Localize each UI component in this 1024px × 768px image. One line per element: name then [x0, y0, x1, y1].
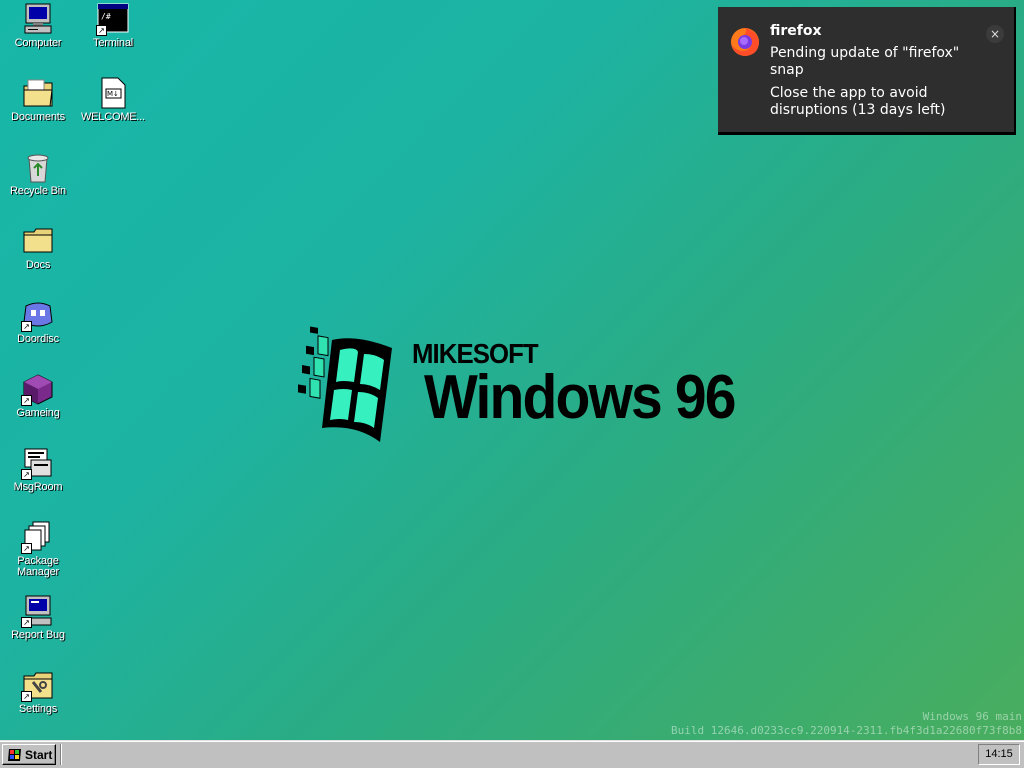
desktop-icon-label: Report Bug [11, 629, 65, 641]
desktop-icon-label: Recycle Bin [10, 185, 66, 197]
build-line-2: Build 12646.d0233cc9.220914-2311.fb4f3d1… [671, 724, 1022, 737]
settings-icon: ↗ [21, 668, 55, 702]
desktop-icon-doordisc[interactable]: ↗ Doordisc [2, 298, 74, 345]
taskbar-separator [60, 744, 62, 765]
desktop-icon-label: MsgRoom [13, 481, 63, 493]
desktop-icon-package-manager[interactable]: ↗ Package Manager [2, 520, 74, 578]
notification-body: Pending update of "firefox" snap Close t… [770, 45, 984, 125]
desktop-icon-label: Terminal [93, 37, 133, 49]
windows-96-logo: MIKESOFT Windows 96 [296, 320, 737, 450]
desktop-icon-label: Settings [18, 703, 58, 715]
shortcut-arrow-icon: ↗ [21, 617, 32, 628]
shortcut-arrow-icon: ↗ [21, 543, 32, 554]
taskbar: Start 14:15 [0, 740, 1024, 768]
desktop-icon-report-bug[interactable]: ↗ Report Bug [2, 594, 74, 641]
computer-icon [21, 2, 55, 36]
recycle-bin-icon [21, 150, 55, 184]
build-line-1: Windows 96 main [922, 710, 1022, 723]
shortcut-arrow-icon: ↗ [21, 691, 32, 702]
desktop-icon-msgroom[interactable]: ↗ MsgRoom [2, 446, 74, 493]
notification-message: Close the app to avoid disruptions (13 d… [770, 85, 946, 118]
notification-title: firefox [770, 23, 822, 39]
desktop-icon-label: Documents [11, 111, 65, 123]
desktop-icon-label: Doordisc [17, 333, 59, 345]
doordisc-icon: ↗ [21, 298, 55, 332]
desktop-icon-label: Computer [14, 37, 62, 49]
desktop-icon-settings[interactable]: ↗ Settings [2, 668, 74, 715]
system-tray-clock[interactable]: 14:15 [978, 744, 1020, 765]
terminal-icon: /# ↗ [96, 2, 130, 36]
desktop-icon-label: Gameing [16, 407, 60, 419]
start-label: Start [25, 748, 53, 762]
notification-message: Pending update of "firefox" snap [770, 45, 960, 78]
windows-flag-icon [298, 326, 392, 442]
shortcut-arrow-icon: ↗ [21, 321, 32, 332]
logo-product-text: Windows 96 [424, 363, 737, 432]
desktop-icon-docs[interactable]: Docs [2, 224, 74, 271]
desktop-icon-recycle-bin[interactable]: Recycle Bin [2, 150, 74, 197]
report-bug-icon: ↗ [21, 594, 55, 628]
notification-popup[interactable]: firefox Pending update of "firefox" snap… [718, 7, 1016, 135]
desktop-icon-gameing[interactable]: ↗ Gameing [2, 372, 74, 419]
package-manager-icon: ↗ [21, 520, 55, 554]
close-button[interactable]: × [986, 25, 1004, 43]
svg-text:M↓: M↓ [107, 90, 119, 98]
desktop-icon-welcome[interactable]: M↓ WELCOME... [77, 76, 149, 123]
desktop-icon-terminal[interactable]: /# ↗ Terminal [77, 2, 149, 49]
desktop-icon-label: WELCOME... [80, 111, 145, 123]
build-info: Windows 96 main Build 12646.d0233cc9.220… [671, 710, 1022, 738]
shortcut-arrow-icon: ↗ [96, 25, 107, 36]
windows-logo-icon [6, 748, 22, 762]
documents-folder-icon [21, 76, 55, 110]
msgroom-icon: ↗ [21, 446, 55, 480]
svg-text:/#: /# [101, 12, 111, 21]
desktop-icon-documents[interactable]: Documents [2, 76, 74, 123]
shortcut-arrow-icon: ↗ [21, 469, 32, 480]
folder-icon [21, 224, 55, 258]
desktop-icon-label: Docs [25, 259, 51, 271]
desktop-icon-label: Package Manager [16, 555, 59, 578]
desktop-icon-computer[interactable]: Computer [2, 2, 74, 49]
close-icon: × [989, 27, 1001, 41]
start-button[interactable]: Start [2, 744, 56, 765]
firefox-icon [730, 27, 760, 57]
cube-icon: ↗ [21, 372, 55, 406]
markdown-file-icon: M↓ [96, 76, 130, 110]
desktop[interactable]: Computer /# ↗ Terminal Documents M↓ WELC… [0, 0, 1024, 740]
shortcut-arrow-icon: ↗ [21, 395, 32, 406]
